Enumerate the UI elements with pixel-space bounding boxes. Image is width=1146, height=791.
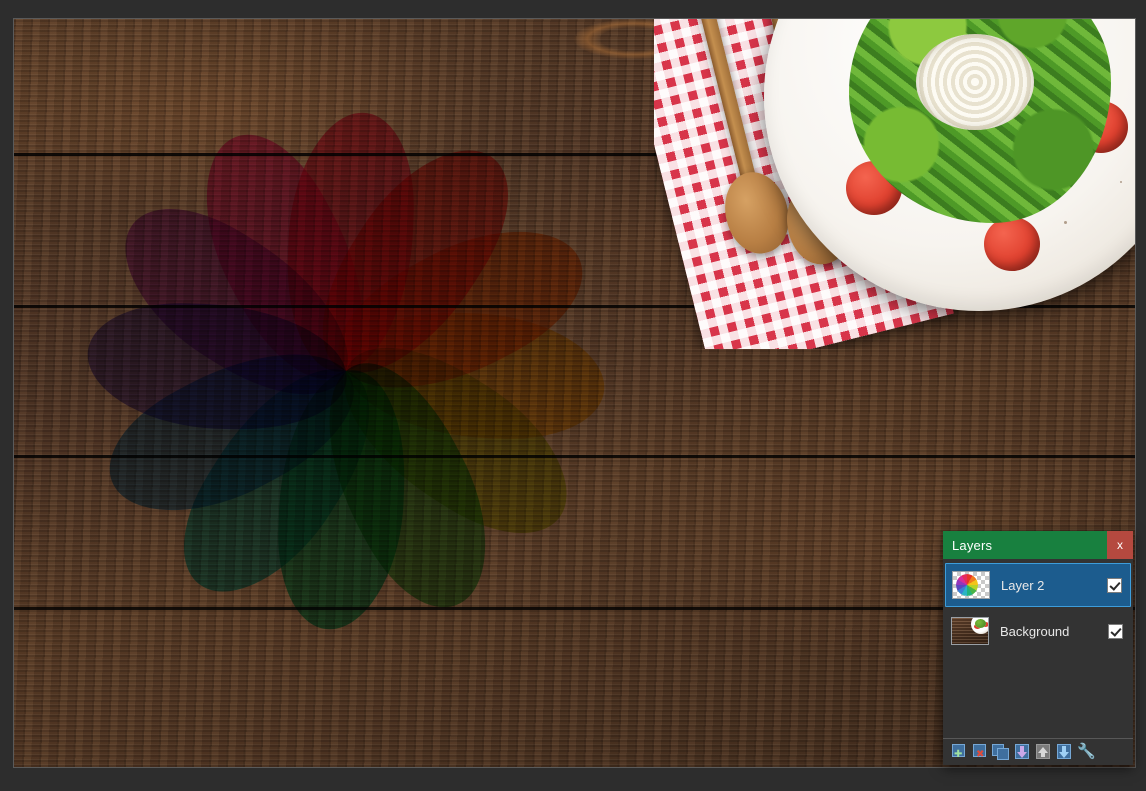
- layer-duplicate-icon[interactable]: [992, 743, 1010, 761]
- close-icon[interactable]: x: [1107, 531, 1133, 559]
- mozzarella-cheese: [916, 34, 1034, 130]
- layers-panel[interactable]: Layers x Layer 2 Background ✚ ✖ 🔧: [943, 531, 1133, 765]
- layer-visibility-checkbox-background[interactable]: [1108, 623, 1123, 639]
- layer-thumbnail-background[interactable]: [951, 617, 989, 645]
- layer-name-layer-2: Layer 2: [1001, 577, 1045, 593]
- layer-delete-icon[interactable]: ✖: [971, 743, 989, 761]
- wrench-icon[interactable]: 🔧: [1076, 743, 1096, 761]
- layer-row-layer-2[interactable]: Layer 2: [945, 563, 1131, 607]
- layer-name-background: Background: [1000, 623, 1070, 639]
- layer-plus-icon[interactable]: ✚: [950, 743, 968, 761]
- application-window: Layers x Layer 2 Background ✚ ✖ 🔧: [0, 0, 1146, 791]
- plate-thumb-icon: [971, 618, 988, 634]
- layer-move-up-icon[interactable]: [1034, 743, 1052, 761]
- layers-toolbar[interactable]: ✚ ✖ 🔧: [943, 738, 1133, 765]
- color-wheel-thumb-icon: [956, 574, 978, 596]
- layer-thumbnail-layer-2[interactable]: [952, 571, 990, 599]
- layer-list[interactable]: Layer 2 Background: [943, 559, 1133, 738]
- color-wheel-overlay: [75, 100, 617, 642]
- layer-visibility-checkbox-layer-2[interactable]: [1107, 577, 1122, 593]
- panel-title: Layers: [952, 537, 993, 553]
- layer-merge-down-icon[interactable]: [1013, 743, 1031, 761]
- layers-panel-titlebar[interactable]: Layers x: [943, 531, 1133, 559]
- layer-row-background[interactable]: Background: [945, 609, 1131, 653]
- layer-move-down-icon[interactable]: [1055, 743, 1073, 761]
- tomato-5: [984, 217, 1040, 271]
- salad-photo-region: [654, 19, 1135, 349]
